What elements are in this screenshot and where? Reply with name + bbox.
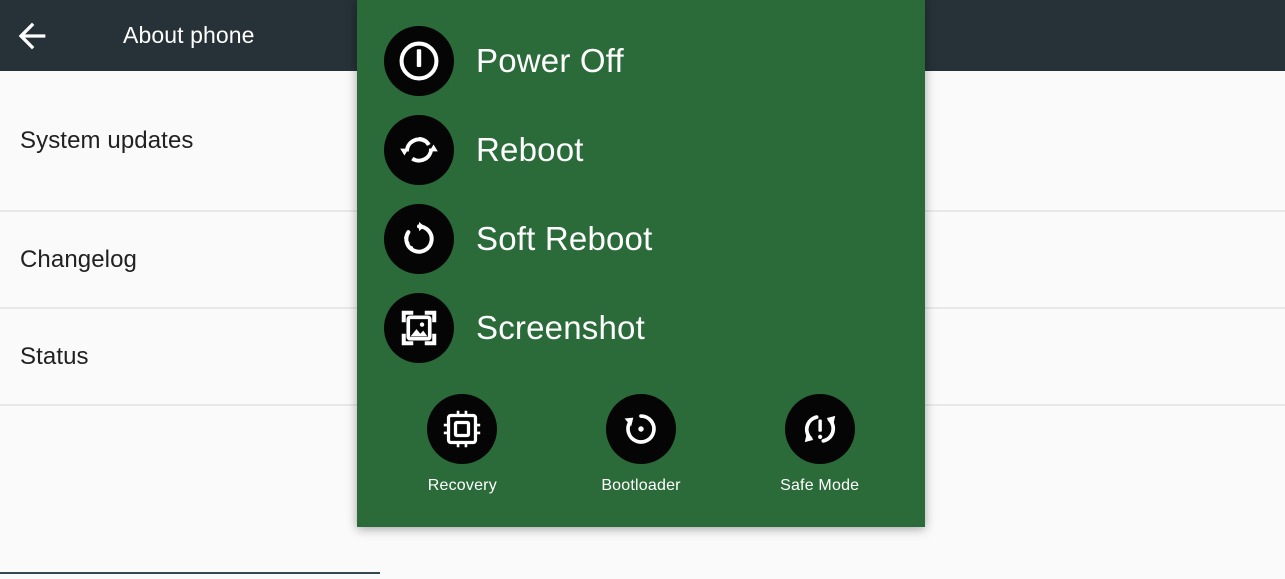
reboot-icon — [384, 114, 454, 185]
reboot-label: Reboot — [476, 130, 584, 168]
arrow-back-icon — [12, 16, 52, 56]
safe-mode-icon — [784, 394, 855, 464]
page-title: About phone — [123, 22, 255, 48]
recovery-button[interactable]: Recovery — [373, 394, 552, 495]
screen-root: About phone System updates Changelog Sta… — [0, 0, 1285, 579]
bottom-divider — [0, 572, 380, 574]
list-item-label: Changelog — [20, 245, 137, 273]
power-menu-dialog: Power Off Reboot Soft Reboot Screenshot … — [357, 0, 925, 527]
cpu-chip-icon — [427, 394, 498, 464]
power-off-icon — [384, 25, 454, 96]
advanced-actions-row: Recovery Bootloader Safe Mode — [357, 394, 925, 495]
safe-mode-button[interactable]: Safe Mode — [730, 394, 909, 495]
list-item-label: System updates — [20, 126, 194, 154]
bootloader-button[interactable]: Bootloader — [552, 394, 731, 495]
screenshot-label: Screenshot — [476, 308, 645, 346]
soft-reboot-button[interactable]: Soft Reboot — [357, 194, 925, 283]
restore-icon — [606, 394, 676, 464]
power-off-label: Power Off — [476, 41, 624, 79]
reboot-button[interactable]: Reboot — [357, 105, 925, 194]
recovery-label: Recovery — [427, 477, 497, 494]
screenshot-button[interactable]: Screenshot — [357, 283, 925, 372]
bootloader-label: Bootloader — [601, 477, 681, 494]
soft-reboot-icon — [384, 203, 454, 274]
safe-mode-label: Safe Mode — [780, 477, 860, 494]
back-button[interactable] — [0, 0, 64, 71]
power-off-button[interactable]: Power Off — [357, 16, 925, 105]
screenshot-icon — [384, 292, 454, 363]
list-item-label: Status — [20, 342, 89, 370]
soft-reboot-label: Soft Reboot — [476, 219, 653, 257]
